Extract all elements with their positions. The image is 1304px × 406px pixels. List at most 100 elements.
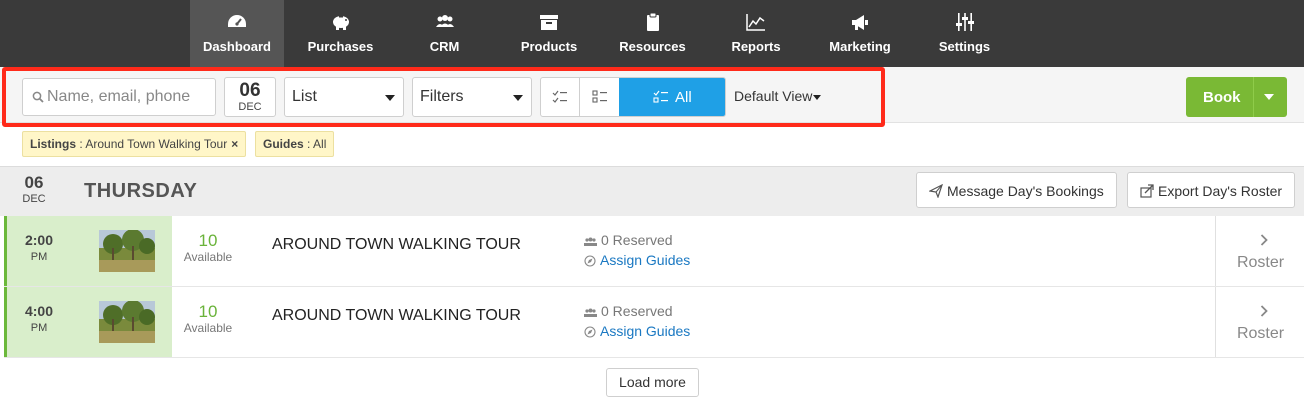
- nav-label-marketing: Marketing: [829, 39, 891, 54]
- nav-resources[interactable]: Resources: [605, 0, 700, 67]
- assign-guides-link[interactable]: Assign Guides: [584, 323, 690, 339]
- archive-icon: [540, 15, 558, 30]
- row-title[interactable]: AROUND TOWN WALKING TOUR: [272, 236, 521, 254]
- users-icon: [435, 15, 454, 27]
- row-reserved: 0 Reserved: [584, 232, 673, 248]
- view-toggle-group: All: [540, 77, 726, 117]
- checklist-icon: [552, 90, 567, 103]
- default-view-dropdown[interactable]: Default View: [734, 88, 822, 104]
- tour-thumbnail[interactable]: [99, 301, 155, 343]
- roster-button[interactable]: Roster: [1215, 216, 1304, 286]
- search-icon: [32, 91, 44, 103]
- filters-select[interactable]: Filters: [412, 77, 532, 117]
- chevron-down-icon: [513, 95, 523, 101]
- available-label: Available: [183, 321, 233, 335]
- row-reserved: 0 Reserved: [584, 303, 673, 319]
- view-toggle-checked[interactable]: [541, 78, 579, 116]
- view-toggle-all-label: All: [675, 89, 692, 106]
- day-date: 06 DEC: [20, 174, 48, 206]
- nav-label-products: Products: [520, 39, 578, 54]
- filter-chip-guides[interactable]: Guides : All: [255, 131, 335, 157]
- nav-label-crm: CRM: [429, 39, 460, 54]
- top-nav: Dashboard Purchases CRM Products Resourc…: [0, 0, 1304, 67]
- users-icon: [584, 308, 597, 317]
- assign-guides-label: Assign Guides: [600, 323, 691, 339]
- reserved-text: 0 Reserved: [601, 303, 673, 319]
- filters-value: Filters: [420, 88, 464, 105]
- megaphone-icon: [852, 15, 868, 30]
- search-box[interactable]: [22, 78, 216, 116]
- load-more-button[interactable]: Load more: [606, 368, 699, 397]
- piggy-bank-icon: [332, 16, 349, 30]
- list-icon: [592, 90, 607, 103]
- filter-chip-listings[interactable]: Listings : Around Town Walking Tour ×: [22, 131, 247, 157]
- book-divider: [1253, 77, 1254, 117]
- nav-marketing[interactable]: Marketing: [812, 0, 908, 67]
- date-picker[interactable]: 06 DEC: [224, 77, 276, 117]
- view-toggle-all[interactable]: All: [619, 78, 725, 116]
- table-row[interactable]: 2:00 PM 10 Available AROUND TOWN WALKING…: [4, 216, 1304, 287]
- message-day-bookings-label: Message Day's Bookings: [947, 183, 1104, 199]
- caret-down-icon: [813, 94, 822, 100]
- compass-icon: [584, 326, 596, 338]
- clipboard-icon: [646, 12, 659, 31]
- row-time: 2:00 PM: [21, 232, 57, 266]
- chevron-down-icon: [385, 95, 395, 101]
- date-day: 06: [239, 80, 261, 101]
- view-mode-select[interactable]: List: [284, 77, 404, 117]
- nav-crm[interactable]: CRM: [397, 0, 492, 67]
- nav-label-resources: Resources: [619, 39, 686, 54]
- tour-thumbnail[interactable]: [99, 230, 155, 272]
- export-day-roster-label: Export Day's Roster: [1158, 183, 1283, 199]
- book-button[interactable]: Book: [1186, 77, 1287, 117]
- row-title[interactable]: AROUND TOWN WALKING TOUR: [272, 307, 521, 325]
- checklist-icon: [653, 90, 668, 103]
- day-weekday: THURSDAY: [84, 180, 198, 202]
- nav-label-settings: Settings: [938, 39, 991, 54]
- available-label: Available: [183, 250, 233, 264]
- reserved-text: 0 Reserved: [601, 232, 673, 248]
- row-availability: 10 Available: [178, 303, 238, 336]
- dashboard-icon: [228, 15, 246, 27]
- nav-reports[interactable]: Reports: [709, 0, 803, 67]
- row-time: 4:00 PM: [21, 303, 57, 337]
- search-input[interactable]: [47, 79, 212, 115]
- nav-settings[interactable]: Settings: [917, 0, 1012, 67]
- view-mode-value: List: [292, 88, 317, 105]
- nav-label-dashboard: Dashboard: [203, 39, 271, 54]
- day-date-day: 06: [24, 173, 44, 192]
- book-label: Book: [1203, 89, 1241, 106]
- available-count: 10: [198, 231, 218, 250]
- view-toggle-unchecked[interactable]: [579, 78, 618, 116]
- roster-label: Roster: [1236, 325, 1285, 342]
- nav-dashboard[interactable]: Dashboard: [190, 0, 284, 67]
- export-icon: [1140, 184, 1154, 198]
- compass-icon: [584, 255, 596, 267]
- nav-label-reports: Reports: [731, 39, 781, 54]
- nav-label-purchases: Purchases: [307, 39, 374, 54]
- users-icon: [584, 237, 597, 246]
- nav-purchases[interactable]: Purchases: [293, 0, 388, 67]
- nav-products[interactable]: Products: [502, 0, 596, 67]
- chevron-down-icon[interactable]: [1264, 94, 1274, 100]
- chevron-right-icon: [1260, 305, 1268, 317]
- close-icon[interactable]: ×: [231, 137, 238, 151]
- available-count: 10: [198, 302, 218, 321]
- sliders-icon: [955, 13, 974, 31]
- default-view-label: Default View: [734, 88, 813, 104]
- paper-plane-icon: [929, 184, 943, 198]
- table-row[interactable]: 4:00 PM 10 Available AROUND TOWN WALKING…: [4, 287, 1304, 358]
- chip-key: Listings: [30, 137, 77, 151]
- row-time-value: 4:00: [24, 303, 54, 319]
- line-chart-icon: [746, 14, 765, 31]
- row-time-period: PM: [30, 322, 48, 334]
- chip-value: All: [313, 137, 327, 151]
- message-day-bookings-button[interactable]: Message Day's Bookings: [916, 172, 1117, 208]
- roster-button[interactable]: Roster: [1215, 287, 1304, 357]
- assign-guides-link[interactable]: Assign Guides: [584, 252, 690, 268]
- row-availability: 10 Available: [178, 232, 238, 265]
- export-day-roster-button[interactable]: Export Day's Roster: [1127, 172, 1295, 208]
- roster-label: Roster: [1236, 254, 1285, 271]
- row-time-period: PM: [30, 251, 48, 263]
- chevron-right-icon: [1260, 234, 1268, 246]
